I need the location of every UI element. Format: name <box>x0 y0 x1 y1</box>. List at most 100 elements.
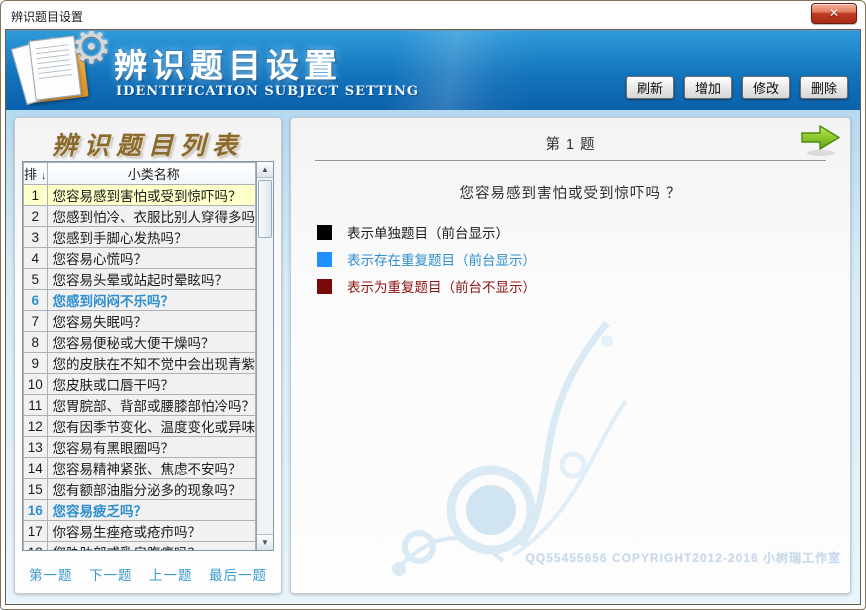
legend-item: 表示单独题目（前台显示） <box>317 224 536 240</box>
row-question-text: 您胃脘部、背部或腰膝部怕冷吗？ <box>47 395 256 416</box>
table-row[interactable]: 1您容易感到害怕或受到惊吓吗？ <box>24 185 256 206</box>
divider <box>315 160 826 161</box>
row-rank: 7 <box>24 311 48 332</box>
row-question-text: 你容易生痤疮或疮疖吗？ <box>47 521 256 542</box>
add-button[interactable]: 增加 <box>684 76 732 99</box>
question-number: 第 1 题 <box>291 133 850 154</box>
toolbar: 刷新增加修改删除 <box>626 76 848 99</box>
row-question-text: 您容易感到害怕或受到惊吓吗？ <box>47 185 256 206</box>
legend-color-swatch <box>317 252 332 267</box>
table-row[interactable]: 6您感到闷闷不乐吗？ <box>24 290 256 311</box>
column-header-name[interactable]: 小类名称 <box>47 163 256 185</box>
row-rank: 13 <box>24 437 48 458</box>
prev-question-link[interactable]: 上一题 <box>149 564 193 584</box>
page-subtitle: IDENTIFICATION SUBJECT SETTING <box>116 84 419 99</box>
row-rank: 2 <box>24 206 48 227</box>
body-area: 辨识题目列表 排↓ 小类名称 1您容易感到害怕或受到惊吓吗？2您感到怕冷、衣服比… <box>6 110 860 604</box>
row-question-text: 您容易疲乏吗？ <box>47 500 256 521</box>
sort-descending-icon: ↓ <box>41 170 47 182</box>
window-content: ⚙ 辨识题目设置 IDENTIFICATION SUBJECT SETTING … <box>5 29 861 605</box>
row-rank: 8 <box>24 332 48 353</box>
row-rank: 1 <box>24 185 48 206</box>
row-question-text: 您的皮肤在不知不觉中会出现青紫 <box>47 353 256 374</box>
refresh-button[interactable]: 刷新 <box>626 76 674 99</box>
table-row[interactable]: 8您容易便秘或大便干燥吗？ <box>24 332 256 353</box>
delete-button[interactable]: 删除 <box>800 76 848 99</box>
close-button[interactable]: ✕ <box>811 3 857 24</box>
row-question-text: 您容易便秘或大便干燥吗？ <box>47 332 256 353</box>
table-row[interactable]: 16您容易疲乏吗？ <box>24 500 256 521</box>
table-row[interactable]: 15您有额部油脂分泌多的现象吗？ <box>24 479 256 500</box>
title-bar[interactable]: 辨识题目设置 ✕ <box>1 1 865 29</box>
table-row[interactable]: 18您胁肋部或乳房腹痛吗？ <box>24 542 256 552</box>
row-rank: 5 <box>24 269 48 290</box>
question-table-body: 1您容易感到害怕或受到惊吓吗？2您感到怕冷、衣服比别人穿得多吗3您感到手脚心发热… <box>24 185 256 552</box>
row-rank: 18 <box>24 542 48 552</box>
row-rank: 14 <box>24 458 48 479</box>
column-header-rank[interactable]: 排↓ <box>24 163 48 185</box>
table-row[interactable]: 13您容易有黑眼圈吗？ <box>24 437 256 458</box>
legend-label: 表示单独题目（前台显示） <box>347 222 509 242</box>
legend-item: 表示存在重复题目（前台显示） <box>317 251 536 267</box>
table-row[interactable]: 2您感到怕冷、衣服比别人穿得多吗 <box>24 206 256 227</box>
next-arrow-icon[interactable] <box>800 124 842 158</box>
header-banner: ⚙ 辨识题目设置 IDENTIFICATION SUBJECT SETTING … <box>6 30 860 110</box>
list-scrollbar: ▲ ▼ <box>256 162 273 550</box>
gear-icon: ⚙ <box>71 30 112 70</box>
table-row[interactable]: 14您容易精神紧张、焦虑不安吗？ <box>24 458 256 479</box>
row-rank: 12 <box>24 416 48 437</box>
row-question-text: 您有因季节变化、温度变化或异味 <box>47 416 256 437</box>
row-question-text: 您容易精神紧张、焦虑不安吗？ <box>47 458 256 479</box>
legend-label: 表示存在重复题目（前台显示） <box>347 249 536 269</box>
row-rank: 6 <box>24 290 48 311</box>
window-title: 辨识题目设置 <box>11 8 83 25</box>
table-row[interactable]: 17你容易生痤疮或疮疖吗？ <box>24 521 256 542</box>
table-row[interactable]: 5您容易头晕或站起时晕眩吗？ <box>24 269 256 290</box>
question-table: 排↓ 小类名称 1您容易感到害怕或受到惊吓吗？2您感到怕冷、衣服比别人穿得多吗3… <box>22 161 274 551</box>
row-rank: 11 <box>24 395 48 416</box>
row-question-text: 您容易有黑眼圈吗？ <box>47 437 256 458</box>
row-question-text: 您感到闷闷不乐吗？ <box>47 290 256 311</box>
page-title: 辨识题目设置 <box>114 39 342 87</box>
next-question-link[interactable]: 下一题 <box>89 564 133 584</box>
legend-color-swatch <box>317 279 332 294</box>
scrollbar-thumb[interactable] <box>258 180 272 238</box>
row-rank: 3 <box>24 227 48 248</box>
table-row[interactable]: 10您皮肤或口唇干吗？ <box>24 374 256 395</box>
table-row[interactable]: 7您容易失眠吗？ <box>24 311 256 332</box>
row-question-text: 您感到手脚心发热吗？ <box>47 227 256 248</box>
table-row[interactable]: 12您有因季节变化、温度变化或异味 <box>24 416 256 437</box>
question-nav: 第一题下一题上一题最后一题 <box>29 564 267 584</box>
table-row[interactable]: 9您的皮肤在不知不觉中会出现青紫 <box>24 353 256 374</box>
question-detail-panel: 第 1 题 您容易感到害怕或受到惊吓吗 ？ 表示单独题目（前台显示） 表示存在重复… <box>290 117 851 594</box>
question-list-panel: 辨识题目列表 排↓ 小类名称 1您容易感到害怕或受到惊吓吗？2您感到怕冷、衣服比… <box>14 117 282 594</box>
list-title: 辨识题目列表 <box>15 126 281 162</box>
table-row[interactable]: 11您胃脘部、背部或腰膝部怕冷吗？ <box>24 395 256 416</box>
decorative-swirl <box>371 283 651 593</box>
legend-color-swatch <box>317 225 332 240</box>
copyright-watermark: QQ55455656 COPYRIGHT2012-2016 小树瑞工作室 <box>526 549 841 566</box>
modify-button[interactable]: 修改 <box>742 76 790 99</box>
row-rank: 10 <box>24 374 48 395</box>
scrollbar-up-icon[interactable]: ▲ <box>257 162 273 178</box>
close-icon: ✕ <box>829 6 839 20</box>
row-question-text: 您有额部油脂分泌多的现象吗？ <box>47 479 256 500</box>
question-text: 您容易感到害怕或受到惊吓吗 ？ <box>291 182 850 203</box>
row-question-text: 您胁肋部或乳房腹痛吗？ <box>47 542 256 552</box>
row-rank: 4 <box>24 248 48 269</box>
table-row[interactable]: 4您容易心慌吗？ <box>24 248 256 269</box>
row-question-text: 您容易心慌吗？ <box>47 248 256 269</box>
last-question-link[interactable]: 最后一题 <box>209 564 267 584</box>
app-logo: ⚙ <box>18 36 110 106</box>
table-row[interactable]: 3您感到手脚心发热吗？ <box>24 227 256 248</box>
row-question-text: 您感到怕冷、衣服比别人穿得多吗 <box>47 206 256 227</box>
row-rank: 9 <box>24 353 48 374</box>
scrollbar-down-icon[interactable]: ▼ <box>257 534 273 550</box>
first-question-link[interactable]: 第一题 <box>29 564 73 584</box>
row-question-text: 您容易头晕或站起时晕眩吗？ <box>47 269 256 290</box>
row-question-text: 您皮肤或口唇干吗？ <box>47 374 256 395</box>
row-rank: 17 <box>24 521 48 542</box>
row-rank: 16 <box>24 500 48 521</box>
row-question-text: 您容易失眠吗？ <box>47 311 256 332</box>
app-window: 辨识题目设置 ✕ ⚙ 辨识题目设置 IDENTIFICATION SUBJECT… <box>0 0 866 610</box>
